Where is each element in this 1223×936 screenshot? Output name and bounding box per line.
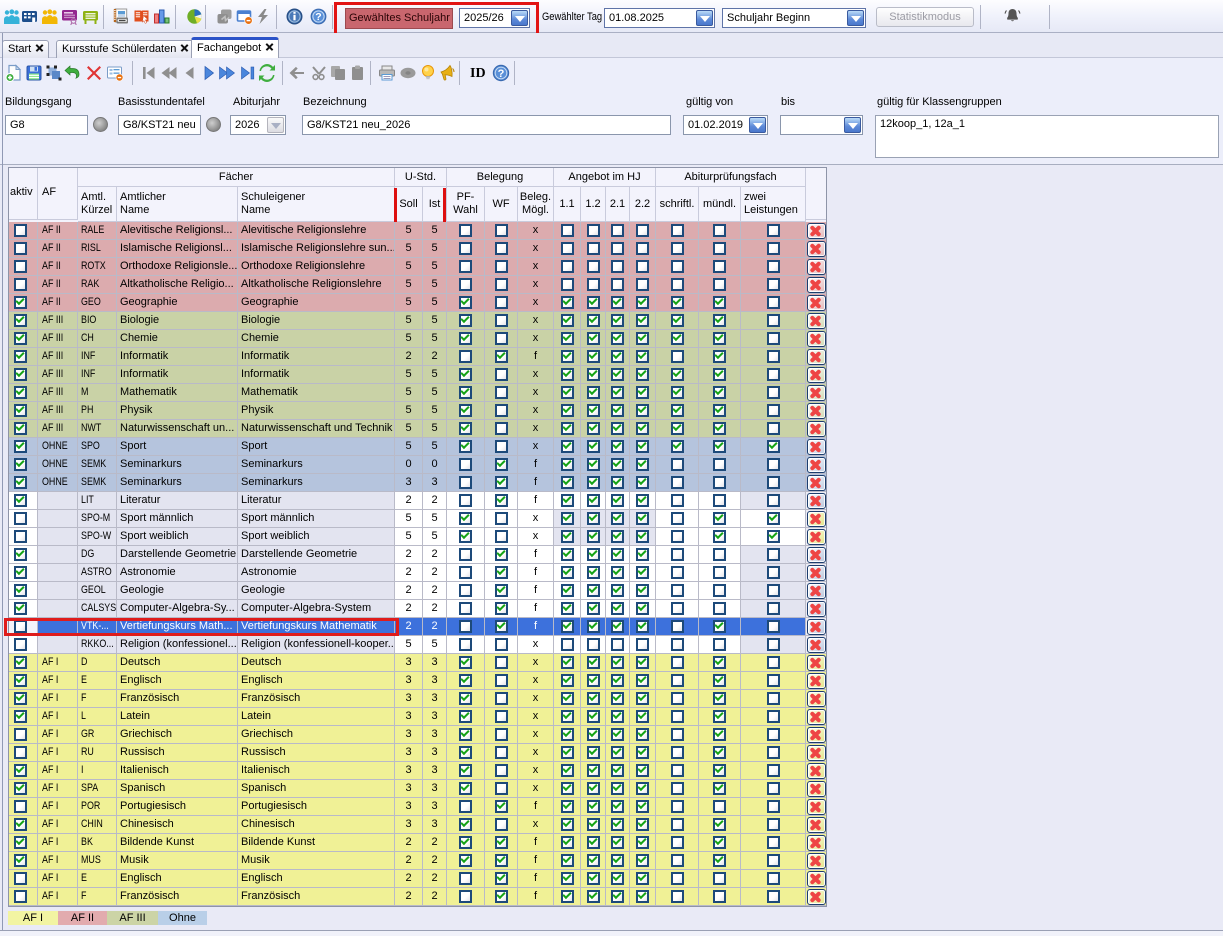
svg-text:?: ? [315,11,321,23]
svg-text:?: ? [498,68,505,80]
